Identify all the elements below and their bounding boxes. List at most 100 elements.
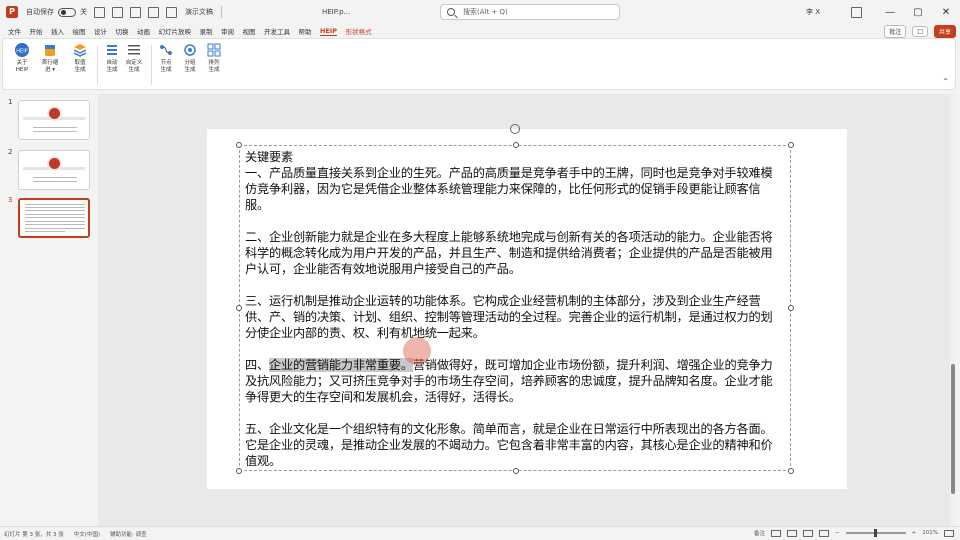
autosave-state: 关	[80, 8, 87, 16]
save-icon[interactable]	[94, 6, 105, 18]
search-placeholder: 搜索(Alt + Q)	[463, 8, 508, 16]
thumbnail-line	[33, 177, 77, 178]
resize-handle[interactable]	[236, 305, 242, 311]
close-button[interactable]: ✕	[932, 7, 960, 18]
tab-insert[interactable]: 插入	[51, 26, 64, 36]
resize-handle[interactable]	[788, 468, 794, 474]
resize-handle[interactable]	[236, 142, 242, 148]
ribbon-label: 生成	[208, 67, 220, 73]
slide-thumbnail-3[interactable]	[18, 198, 90, 238]
quick-access-label: 演示文稿	[185, 8, 213, 16]
resize-handle[interactable]	[788, 305, 794, 311]
autosave-toggle[interactable]	[58, 7, 76, 17]
about-heip-button[interactable]: HEIP 关于 HEIP	[9, 43, 35, 74]
paragraph-4-prefix: 四、	[245, 358, 269, 372]
thumbnail-number: 1	[8, 98, 13, 106]
thumbnail-line	[25, 231, 65, 232]
zoom-out-icon[interactable]: −	[835, 530, 840, 536]
resize-handle[interactable]	[513, 142, 519, 148]
thumbnail-line	[25, 217, 85, 218]
collapse-ribbon-icon[interactable]: ⌃	[942, 77, 949, 86]
ribbon-label: 生成	[74, 67, 86, 73]
group-generate-button[interactable]: 分组 生成	[177, 43, 203, 74]
notes-button[interactable]: 备注	[754, 529, 765, 537]
tab-help[interactable]: 帮助	[299, 26, 312, 36]
slide-editor: 关键要素 一、产品质量直接关系到企业的生死。产品的高质量是竞争者手中的王牌，同时…	[98, 94, 956, 526]
paragraph-4: 四、企业的营销能力非常重要。营销做得好，既可增加企业市场份额，提升利润、增强企业…	[245, 357, 783, 405]
custom-generate-button[interactable]: 自定义 生成	[121, 43, 147, 74]
slide-thumbnail-1[interactable]	[18, 100, 90, 140]
shapes-icon[interactable]	[148, 6, 159, 18]
present-button[interactable]: □	[912, 26, 928, 37]
thumbnail-circle	[47, 156, 62, 171]
slideshow-view-icon[interactable]	[819, 529, 830, 537]
minimize-button[interactable]: —	[876, 7, 904, 18]
indent-button[interactable]: 首行缩 进 ▾	[37, 43, 63, 74]
zoom-slider[interactable]	[845, 529, 906, 537]
ribbon-label: 取值	[74, 60, 86, 66]
tab-transitions[interactable]: 切换	[116, 26, 129, 36]
resize-handle[interactable]	[236, 468, 242, 474]
thumbnail-line	[33, 127, 77, 128]
vertical-scrollbar[interactable]	[950, 94, 956, 526]
tab-review[interactable]: 审阅	[221, 26, 234, 36]
zoom-in-icon[interactable]: +	[912, 530, 917, 536]
ribbon-label: 生成	[128, 67, 140, 73]
normal-view-icon[interactable]	[771, 529, 782, 537]
value-generate-button[interactable]: 取值 生成	[67, 43, 93, 74]
user-name[interactable]: 李 X	[806, 7, 820, 17]
file-name[interactable]: HEIP.p...	[322, 8, 350, 16]
tab-record[interactable]: 录制	[200, 26, 213, 36]
redo-icon[interactable]	[130, 6, 141, 18]
format-icon[interactable]	[166, 6, 177, 18]
paragraph-5: 五、企业文化是一个组织特有的文化形象。简单而言，就是企业在日常运行中所表现出的各…	[245, 422, 773, 468]
arrange-generate-button[interactable]: 排列 生成	[201, 43, 227, 74]
tab-home[interactable]: 开始	[30, 26, 43, 36]
slide-canvas[interactable]: 关键要素 一、产品质量直接关系到企业的生死。产品的高质量是竞争者手中的王牌，同时…	[207, 124, 847, 489]
tab-design[interactable]: 设计	[94, 26, 107, 36]
restore-button[interactable]: ▢	[904, 7, 932, 18]
thumbnail-line	[33, 181, 77, 182]
tab-animations[interactable]: 动画	[137, 26, 150, 36]
rotate-handle-icon[interactable]	[510, 124, 520, 134]
slide-body-text[interactable]: 关键要素 一、产品质量直接关系到企业的生死。产品的高质量是竞争者手中的王牌，同时…	[245, 149, 783, 469]
fit-to-window-icon[interactable]	[944, 529, 954, 537]
thumbnail-circle	[47, 106, 62, 121]
ribbon-label: 进 ▾	[44, 67, 55, 73]
tab-file[interactable]: 文件	[8, 26, 21, 36]
tab-slideshow[interactable]: 幻灯片放映	[159, 26, 192, 36]
resize-handle[interactable]	[788, 142, 794, 148]
text-box[interactable]: 关键要素 一、产品质量直接关系到企业的生死。产品的高质量是竞争者手中的王牌，同时…	[236, 124, 794, 474]
accessibility-status[interactable]: 辅助功能: 调查	[110, 530, 147, 538]
ribbon-label: 自定义	[125, 60, 143, 66]
tab-view[interactable]: 视图	[243, 26, 256, 36]
comments-button[interactable]: 批注	[884, 25, 907, 38]
selected-text[interactable]: 企业的营销能力非常重要。	[268, 358, 413, 372]
status-right: 备注 − + 101%	[754, 529, 954, 537]
slide-thumbnail-2[interactable]	[18, 150, 90, 190]
status-bar: 幻灯片 第 3 张，共 3 张 中文(中国) 辅助功能: 调查 备注 − + 1…	[0, 526, 960, 540]
tab-developer[interactable]: 开发工具	[264, 26, 290, 36]
ribbon-label: HEIP	[15, 67, 29, 73]
sorter-view-icon[interactable]	[787, 529, 798, 537]
ribbon-label: 节点	[160, 60, 172, 66]
tab-draw[interactable]: 绘图	[73, 26, 86, 36]
paragraph-3: 三、运行机制是推动企业运转的功能体系。它构成企业经营机制的主体部分，涉及到企业生…	[245, 294, 773, 340]
scrollbar-thumb[interactable]	[951, 364, 955, 494]
undo-icon[interactable]	[112, 6, 123, 18]
tab-shape-format[interactable]: 形状格式	[346, 26, 372, 36]
language-indicator[interactable]: 中文(中国)	[74, 530, 100, 538]
thumbnail-number: 3	[8, 196, 13, 204]
thumbnail-line	[25, 224, 85, 225]
node-generate-button[interactable]: 节点 生成	[153, 43, 179, 74]
share-button[interactable]: 共享	[933, 25, 956, 38]
zoom-level[interactable]: 101%	[922, 530, 938, 536]
thumbnail-number: 2	[8, 148, 13, 156]
reading-view-icon[interactable]	[803, 529, 814, 537]
pen-icon[interactable]	[851, 6, 862, 18]
tab-heip[interactable]: HEIP	[320, 27, 338, 36]
search-input[interactable]: 搜索(Alt + Q)	[440, 4, 620, 20]
ribbon-label: 排列	[208, 60, 220, 66]
slide-heading: 关键要素	[245, 150, 293, 164]
